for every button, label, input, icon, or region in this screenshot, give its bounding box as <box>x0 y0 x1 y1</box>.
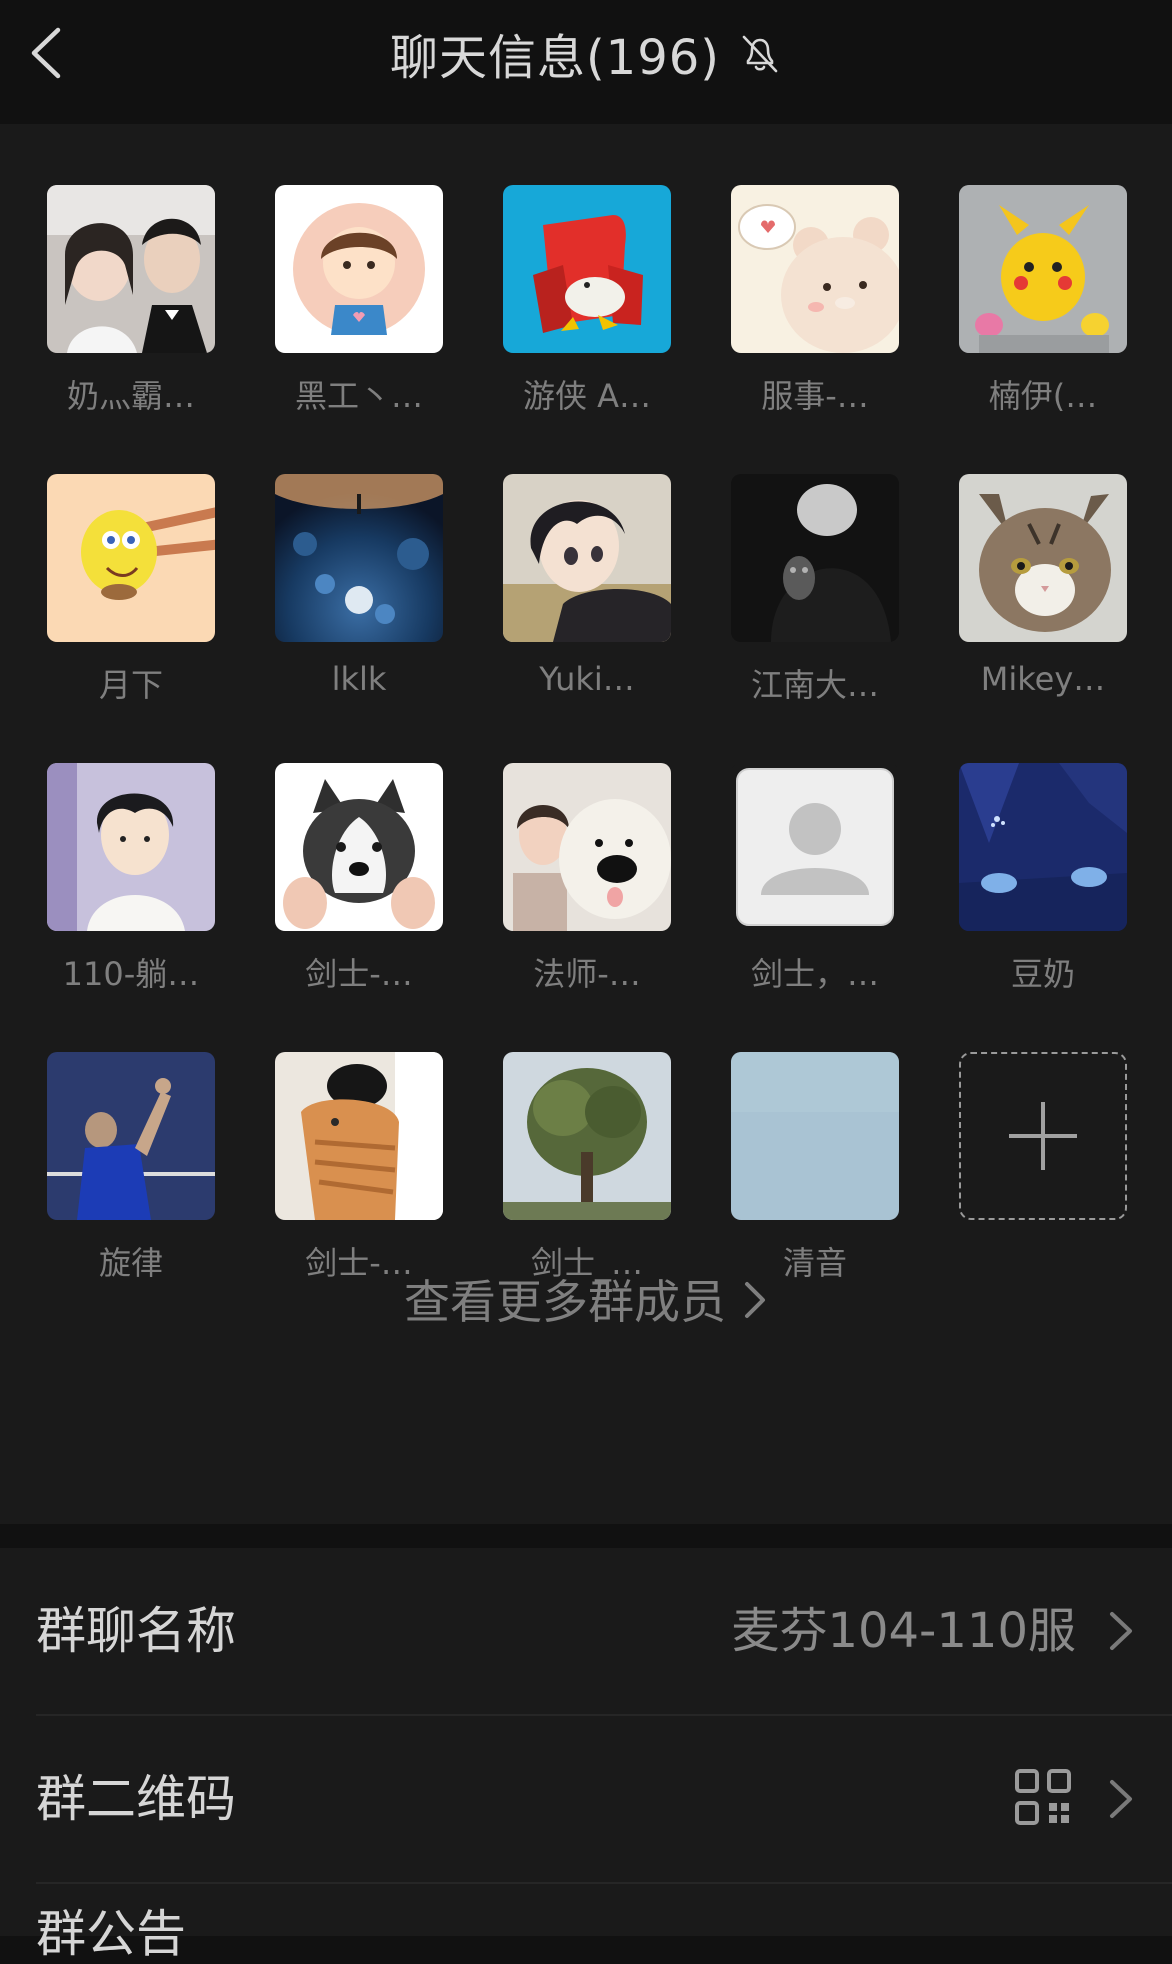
member-name: 剑士-… <box>305 955 413 993</box>
page-title: 聊天信息(196) <box>389 30 721 86</box>
member-tile[interactable]: 剑士，… <box>731 763 899 995</box>
member-name: 江南大… <box>750 666 879 704</box>
qr-code-icon <box>1015 1769 1071 1825</box>
member-tile[interactable]: 110-躺… <box>47 763 215 995</box>
chevron-right-icon <box>1110 1780 1132 1818</box>
member-tile[interactable]: 服事-… <box>731 185 899 417</box>
member-tile[interactable]: 月下 <box>47 474 215 706</box>
add-member-button[interactable] <box>959 1052 1127 1220</box>
member-name: 服事-… <box>761 377 869 415</box>
member-tile[interactable]: 剑士_… <box>503 1052 671 1284</box>
avatar <box>503 185 671 353</box>
member-name: 楠伊(… <box>988 377 1098 415</box>
avatar <box>503 474 671 642</box>
view-more-members-link[interactable]: 查看更多群成员 <box>0 1266 1172 1333</box>
avatar <box>275 185 443 353</box>
avatar <box>959 763 1127 931</box>
member-name: 月下 <box>98 666 163 704</box>
add-member-box[interactable] <box>959 1052 1127 1220</box>
member-name: Yuki… <box>539 660 635 698</box>
member-tile[interactable]: 游侠 A… <box>503 185 671 417</box>
member-tile[interactable]: 楠伊(… <box>959 185 1127 417</box>
member-name: 游侠 A… <box>522 377 652 415</box>
member-tile[interactable]: 江南大… <box>731 474 899 706</box>
avatar <box>47 474 215 642</box>
group-qr-label: 群二维码 <box>36 1770 236 1828</box>
member-name: 豆奶 <box>1010 955 1075 993</box>
member-tile[interactable]: Yuki… <box>503 474 671 698</box>
chevron-right-icon <box>1110 1612 1132 1650</box>
member-tile[interactable]: 黑工丶… <box>275 185 443 417</box>
chevron-right-icon <box>742 1278 768 1333</box>
avatar <box>959 474 1127 642</box>
avatar <box>275 1052 443 1220</box>
member-tile[interactable]: 豆奶 <box>959 763 1127 995</box>
member-tile[interactable]: 奶灬霸… <box>47 185 215 417</box>
member-name: 奶灬霸… <box>66 377 195 415</box>
avatar <box>275 474 443 642</box>
member-name: Mikey… <box>980 660 1106 698</box>
group-qr-row[interactable]: 群二维码 <box>0 1716 1172 1882</box>
plus-icon <box>1009 1102 1077 1170</box>
group-name-row[interactable]: 群聊名称 麦芬104-110服 <box>0 1548 1172 1714</box>
member-name: lklk <box>331 660 387 698</box>
bell-off-icon <box>742 35 778 73</box>
group-notice-label[interactable]: 群公告 <box>36 1904 186 1964</box>
member-tile[interactable]: lklk <box>275 474 443 698</box>
avatar <box>503 763 671 931</box>
top-bar: 聊天信息(196) <box>0 0 1172 124</box>
title-wrap: 聊天信息(196) <box>0 0 1172 106</box>
avatar <box>959 185 1127 353</box>
avatar <box>503 1052 671 1220</box>
member-name: 剑士，… <box>750 955 879 993</box>
avatar <box>731 763 899 931</box>
member-name: 110-躺… <box>62 955 200 993</box>
avatar <box>731 474 899 642</box>
member-name: 黑工丶… <box>294 377 423 415</box>
avatar <box>47 185 215 353</box>
avatar <box>47 763 215 931</box>
view-more-label: 查看更多群成员 <box>404 1275 726 1329</box>
member-tile[interactable]: 法师-… <box>503 763 671 995</box>
avatar <box>731 185 899 353</box>
member-tile[interactable]: 清音 <box>731 1052 899 1284</box>
member-name: 法师-… <box>533 955 641 993</box>
group-name-label: 群聊名称 <box>36 1602 236 1660</box>
member-tile[interactable]: Mikey… <box>959 474 1127 698</box>
member-tile[interactable]: 剑士-… <box>275 763 443 995</box>
avatar <box>47 1052 215 1220</box>
member-tile[interactable]: 剑士-… <box>275 1052 443 1284</box>
member-tile[interactable]: 旋律 <box>47 1052 215 1284</box>
avatar <box>731 1052 899 1220</box>
divider <box>36 1882 1172 1884</box>
avatar <box>275 763 443 931</box>
group-name-value: 麦芬104-110服 <box>731 1603 1076 1659</box>
settings-list: 群聊名称 麦芬104-110服 群二维码 群公告 <box>0 1548 1172 1963</box>
